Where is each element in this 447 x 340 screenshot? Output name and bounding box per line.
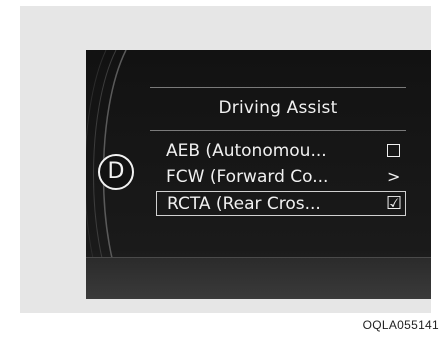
menu-item-label: RCTA (Rear Cros... bbox=[167, 194, 321, 214]
cluster-screen: D Driving Assist AEB (Autonomou... FCW (… bbox=[86, 50, 431, 299]
gear-indicator: D bbox=[98, 154, 134, 190]
checkbox-checked-icon[interactable]: ☑ bbox=[386, 195, 402, 213]
menu-item-aeb[interactable]: AEB (Autonomou... bbox=[156, 139, 406, 164]
divider-top bbox=[150, 87, 406, 88]
menu-item-fcw[interactable]: FCW (Forward Co... > bbox=[156, 165, 406, 190]
menu-item-rcta[interactable]: RCTA (Rear Cros... ☑ bbox=[156, 191, 406, 216]
menu-item-label: FCW (Forward Co... bbox=[166, 167, 329, 187]
chevron-right-icon[interactable]: > bbox=[387, 169, 400, 185]
menu-title: Driving Assist bbox=[218, 98, 338, 118]
bottom-status-bar bbox=[86, 257, 431, 299]
display-frame: D Driving Assist AEB (Autonomou... FCW (… bbox=[20, 6, 431, 313]
figure-caption: OQLA055141 bbox=[362, 318, 439, 332]
divider-title bbox=[150, 130, 406, 131]
checkbox-unchecked-icon[interactable] bbox=[387, 144, 400, 157]
menu-item-label: AEB (Autonomou... bbox=[166, 141, 327, 161]
